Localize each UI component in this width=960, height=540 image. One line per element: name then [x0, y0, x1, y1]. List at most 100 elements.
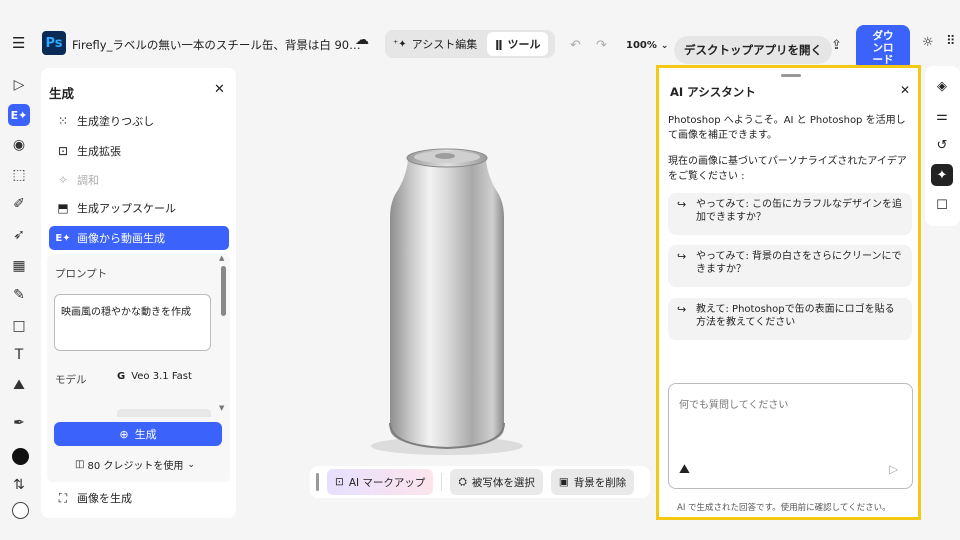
google-logo-icon: G: [117, 371, 126, 382]
chat-input[interactable]: 何でも質問してください ⛰ ▷: [668, 383, 913, 489]
swap-colors-icon[interactable]: ⇅: [8, 474, 30, 496]
open-desktop-button[interactable]: デスクトップアプリを開く: [674, 36, 832, 64]
ai-markup-icon: ⊡: [335, 476, 344, 488]
harmonize-label: 調和: [77, 174, 99, 187]
ai-markup-label: AI マークアップ: [348, 476, 426, 489]
zoom-dropdown[interactable]: 100% ⌄: [626, 40, 668, 51]
suggestion-card[interactable]: ↪ やってみて: 背景の白さをさらにクリーンにできますか？: [668, 245, 912, 287]
scroll-up-icon: ▲: [219, 254, 225, 262]
intro-text: Photoshop へようこそ。AI と Photoshop を活用して画像を補…: [668, 115, 906, 141]
tools-label: ツール: [507, 38, 541, 51]
generative-fill-label: 生成塗りつぶし: [77, 115, 155, 128]
chevron-down-icon: ⌄: [660, 40, 669, 51]
model-value: Veo 3.1 Fast: [131, 371, 192, 382]
adjustments-icon[interactable]: ⚌: [931, 105, 953, 127]
layers-icon[interactable]: ◈: [931, 75, 953, 97]
shape-tool-icon[interactable]: □: [8, 315, 30, 337]
harmonize-icon: ✧: [57, 173, 69, 187]
history-icon[interactable]: ↺: [931, 134, 953, 156]
can-image: [371, 148, 523, 455]
remove-background-button[interactable]: ▣ 背景を削除: [550, 469, 635, 495]
download-label: ダウ ンロ ード: [873, 30, 894, 66]
prompt-textarea[interactable]: 映画風の穏やかな動きを作成: [54, 294, 211, 351]
generate-button-label: 生成: [134, 428, 157, 441]
chat-input-placeholder: 何でも質問してください: [679, 400, 789, 411]
sparkle-icon: ⁺✦: [393, 38, 407, 50]
credits-dropdown[interactable]: ◫ 80 クレジットを使用 ⌄: [75, 457, 195, 472]
redo-icon[interactable]: ↷: [596, 38, 607, 53]
marquee-tool-icon[interactable]: ⬚: [8, 164, 30, 186]
tool-rail: ▷ E✦ ◉ ⬚ ✐ ➶ ▦ ✎ □ T ⛰ ✒ ⇅: [0, 66, 37, 540]
close-panel-icon[interactable]: ✕: [214, 82, 225, 97]
generate-button[interactable]: ⊕ 生成: [54, 422, 222, 446]
image-to-video-label: 画像から動画生成: [77, 232, 165, 245]
menu-icon[interactable]: ☰: [12, 34, 25, 52]
toolbar-grip[interactable]: [316, 473, 319, 491]
download-line-1: ダウ: [872, 30, 894, 42]
quick-action-icon[interactable]: ➶: [8, 224, 30, 246]
eyedropper-tool-icon[interactable]: ✒: [8, 412, 30, 434]
harmonize-item: ✧ 調和: [49, 167, 229, 193]
document-title[interactable]: Firefly_ラベルの無い一本のスチール缶、背景は白 90…: [72, 37, 361, 53]
image-add-tool-icon[interactable]: ⛰: [8, 374, 30, 396]
generate-tool-icon[interactable]: E✦: [8, 104, 30, 126]
heal-tool-icon[interactable]: ✐: [8, 193, 30, 215]
suggestion-card[interactable]: ↪ 教えて: Photoshopで缶の表面にロゴを貼る方法を教えてください: [668, 298, 912, 340]
remove-background-icon: ▣: [558, 476, 569, 488]
image-to-video-item[interactable]: E✦ 画像から動画生成: [49, 226, 229, 250]
adjust-tool-icon[interactable]: ◉: [8, 134, 30, 156]
apps-grid-icon[interactable]: ⠿: [946, 34, 956, 49]
brush-tool-icon[interactable]: ✎: [8, 284, 30, 306]
generate-image-item[interactable]: ⛶ 画像を生成: [49, 485, 229, 511]
personalized-text: 現在の画像に基づいてパーソナライズされたアイデアをご覧ください :: [668, 156, 907, 182]
chevron-down-icon: ⌄: [187, 459, 195, 470]
close-assistant-icon[interactable]: ✕: [900, 83, 910, 97]
drag-handle[interactable]: [781, 74, 801, 77]
attach-image-icon[interactable]: ⛰: [679, 462, 690, 477]
share-icon[interactable]: ⇪: [831, 38, 842, 53]
suggestion-card[interactable]: ↪ やってみて: この缶にカラフルなデザインを追加できますか？: [668, 193, 912, 235]
panel-title: 生成: [49, 86, 75, 101]
lightbulb-icon[interactable]: ☼: [922, 35, 934, 50]
ai-assistant-icon[interactable]: ✦: [931, 164, 953, 186]
canvas-area[interactable]: [240, 68, 654, 518]
prompt-label: プロンプト: [55, 268, 108, 280]
ai-markup-button[interactable]: ⊡ AI マークアップ: [327, 469, 434, 495]
tools-tab[interactable]: ǁ ツール: [487, 32, 549, 56]
toolbar-divider: [441, 473, 443, 491]
assist-edit-tab[interactable]: ⁺✦ アシスト編集: [385, 30, 485, 58]
text-tool-icon[interactable]: T: [8, 344, 30, 366]
scroll-down-icon: ▼: [219, 404, 225, 412]
options-section: [47, 254, 230, 482]
comments-icon[interactable]: ☐: [931, 194, 953, 216]
generative-fill-icon: ⁙: [57, 114, 69, 128]
generate-image-label: 画像を生成: [77, 492, 132, 505]
scroll-thumb[interactable]: [221, 266, 226, 316]
select-subject-button[interactable]: ⛭ 被写体を選択: [450, 469, 543, 495]
generate-icon: ⊕: [119, 427, 129, 441]
ai-assistant-panel: AI アシスタント ✕ Photoshop へようこそ。AI と Photosh…: [656, 65, 921, 520]
remove-background-label: 背景を削除: [573, 476, 627, 489]
generative-expand-item[interactable]: ⊡ 生成拡張: [49, 138, 229, 164]
generative-expand-label: 生成拡張: [77, 145, 121, 158]
select-subject-icon: ⛭: [458, 475, 467, 488]
generative-fill-item[interactable]: ⁙ 生成塗りつぶし: [49, 108, 229, 134]
select-tool-icon[interactable]: ▷: [8, 74, 30, 96]
upscale-label: 生成アップスケール: [77, 202, 176, 215]
send-icon[interactable]: ▷: [889, 462, 898, 476]
suggestion-arrow-icon: ↪: [677, 303, 687, 316]
foreground-color-swatch[interactable]: [12, 448, 29, 465]
generate-panel: 生成 ✕ ⁙ 生成塗りつぶし ⊡ 生成拡張 ✧ 調和 ⬒ 生成アップスケール E…: [41, 68, 236, 518]
assistant-title: AI アシスタント: [670, 85, 756, 99]
suggestion-arrow-icon: ↪: [677, 250, 687, 263]
scroll-track[interactable]: ▲ ▼: [219, 254, 229, 414]
background-color-swatch[interactable]: [12, 502, 29, 519]
suggestion-text: 教えて: Photoshopで缶の表面にロゴを貼る方法を教えてください: [696, 304, 895, 328]
upscale-item[interactable]: ⬒ 生成アップスケール: [49, 195, 229, 221]
model-select[interactable]: G Veo 3.1 Fast: [117, 371, 192, 382]
cloud-icon[interactable]: ☁: [355, 32, 369, 48]
undo-icon[interactable]: ↶: [570, 38, 581, 53]
pattern-tool-icon[interactable]: ▦: [8, 255, 30, 277]
suggestion-text: やってみて: 背景の白さをさらにクリーンにできますか？: [696, 251, 902, 275]
top-bar: ☰ Ps Firefly_ラベルの無い一本のスチール缶、背景は白 90… ☁ ⁺…: [0, 0, 960, 71]
